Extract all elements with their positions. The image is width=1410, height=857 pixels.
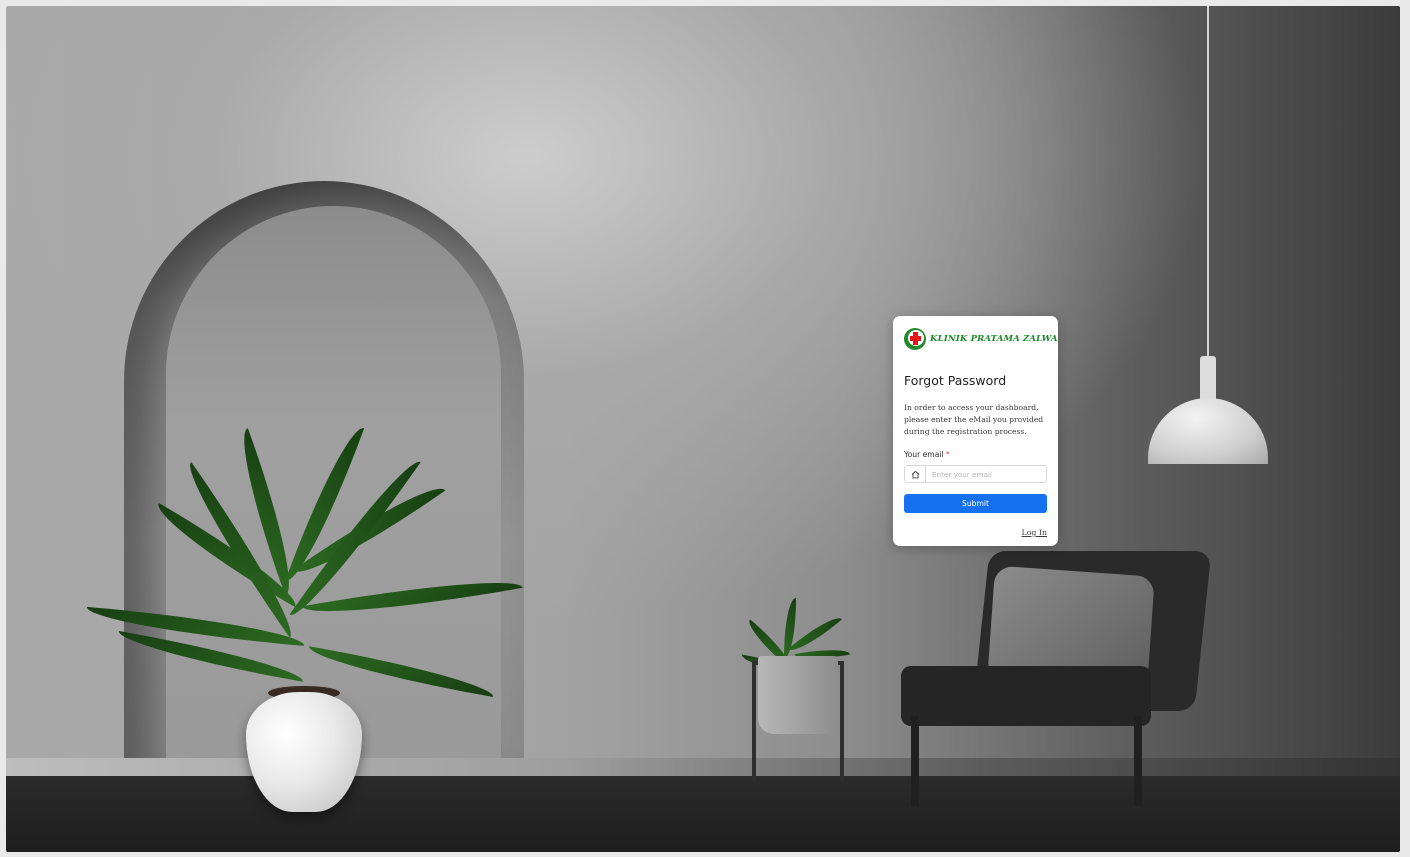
chair-leg (911, 716, 919, 806)
login-link-row: Log In (904, 522, 1047, 540)
home-icon (905, 466, 926, 482)
brand-logo: KLINIK PRATAMA ZALWA (904, 327, 1058, 351)
chair-seat (901, 666, 1151, 726)
email-label-text: Your email (904, 450, 944, 459)
small-pot (758, 656, 838, 734)
email-input-group (904, 465, 1047, 483)
form-description: In order to access your dashboard, pleas… (904, 403, 1044, 436)
page-title: Forgot Password (904, 373, 1007, 388)
login-link[interactable]: Log In (1022, 528, 1047, 537)
email-input[interactable] (926, 466, 1046, 482)
chair-leg (1134, 716, 1142, 806)
forgot-password-card: KLINIK PRATAMA ZALWA Forgot Password In … (893, 316, 1058, 546)
pendant-lamp (1148, 398, 1268, 464)
floor (6, 776, 1400, 852)
wall-skirting (6, 758, 1400, 778)
email-label: Your email * (904, 450, 1047, 459)
brand-name: KLINIK PRATAMA ZALWA (930, 334, 1058, 344)
white-pot (246, 692, 362, 812)
required-marker: * (946, 450, 950, 459)
submit-button[interactable]: Submit (904, 494, 1047, 513)
background-photo (6, 6, 1400, 852)
lamp-cord (1207, 6, 1209, 361)
medical-cross-icon (904, 328, 926, 350)
